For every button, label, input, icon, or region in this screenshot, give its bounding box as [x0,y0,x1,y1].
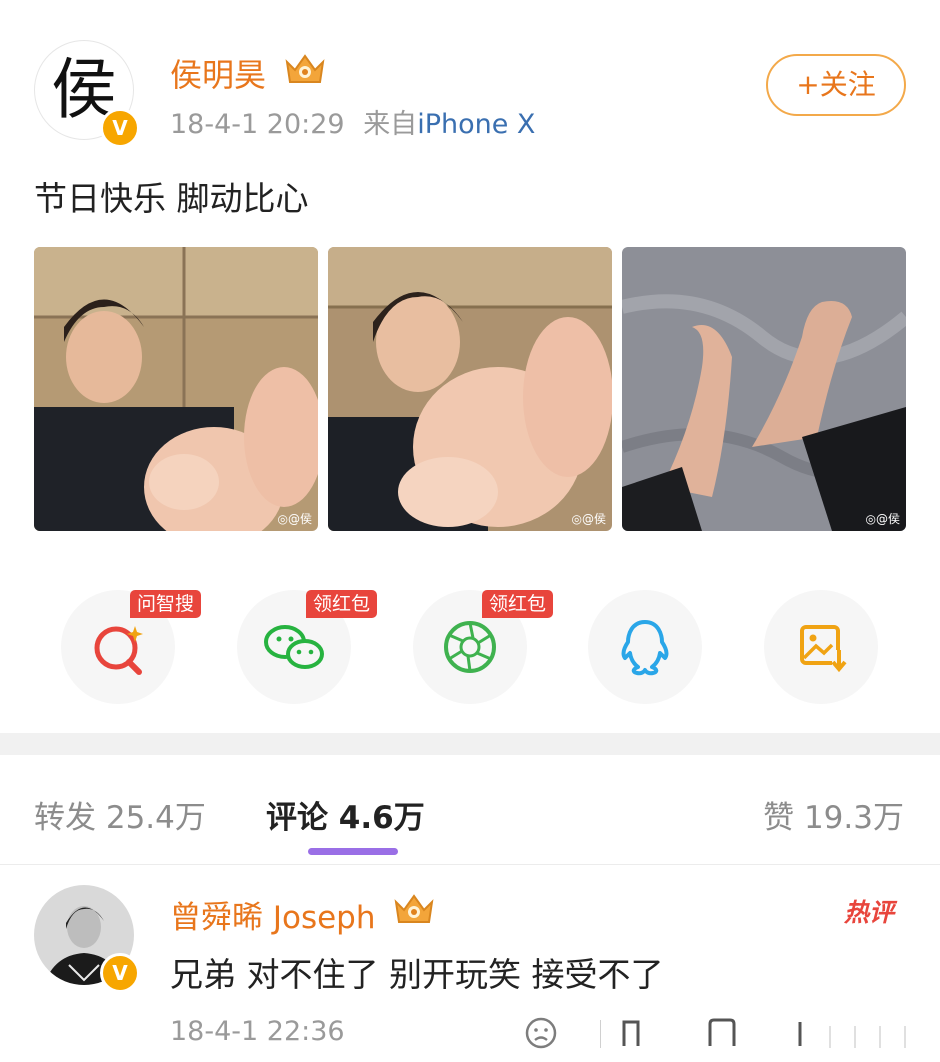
tab-likes[interactable]: 赞 19.3万 [763,792,904,837]
source-prefix: 来自 [363,109,418,140]
verified-badge-icon: V [100,108,140,148]
member-crown-icon [394,894,434,923]
save-image-icon [800,625,847,673]
post-meta: 18-4-1 20:29 来自iPhone X [170,102,535,141]
photo-watermark: ◎@侯 [571,512,606,526]
author-name[interactable]: 侯明昊 [170,50,266,96]
photo-watermark: ◎@侯 [277,512,312,526]
hot-comment-tag: 热评 [844,898,895,927]
post-photo-3[interactable]: ◎@侯 [622,247,906,531]
active-tab-indicator [308,848,398,855]
post-photo-1[interactable]: ◎@侯 [34,247,318,531]
share-save-image-button[interactable] [764,590,878,704]
share-badge-search: 问智搜 [130,590,202,618]
photo-watermark: ◎@侯 [865,512,900,526]
commenter-verified-badge-icon: V [100,953,140,993]
photo-selfie-1 [34,247,318,531]
comment-time: 18-4-1 22:36 [170,1016,345,1047]
comment-action-icons [600,1018,906,1048]
reaction-face-icon[interactable] [524,1016,558,1050]
post-text: 节日快乐 脚动比心 [34,179,309,218]
commenter-name[interactable]: 曾舜晞 Joseph [170,892,376,937]
tab-comments[interactable]: 评论 4.6万 [266,792,425,837]
photo-selfie-2 [328,247,612,531]
share-badge-moments: 领红包 [482,590,554,618]
comment-text: 兄弟 对不住了 别开玩笑 接受不了 [170,955,664,994]
post-time: 18-4-1 20:29 [170,109,345,140]
post-source[interactable]: iPhone X [417,109,535,140]
share-qq-button[interactable] [588,590,702,704]
tab-separator [0,864,940,865]
member-crown-icon [285,54,325,83]
share-badge-wechat: 领红包 [306,590,378,618]
tab-reposts[interactable]: 转发 25.4万 [34,792,206,837]
post-photo-2[interactable]: ◎@侯 [328,247,612,531]
photo-feet [622,247,906,531]
follow-button[interactable]: +关注 [766,54,906,116]
qq-icon [621,620,669,676]
section-divider [0,733,940,755]
